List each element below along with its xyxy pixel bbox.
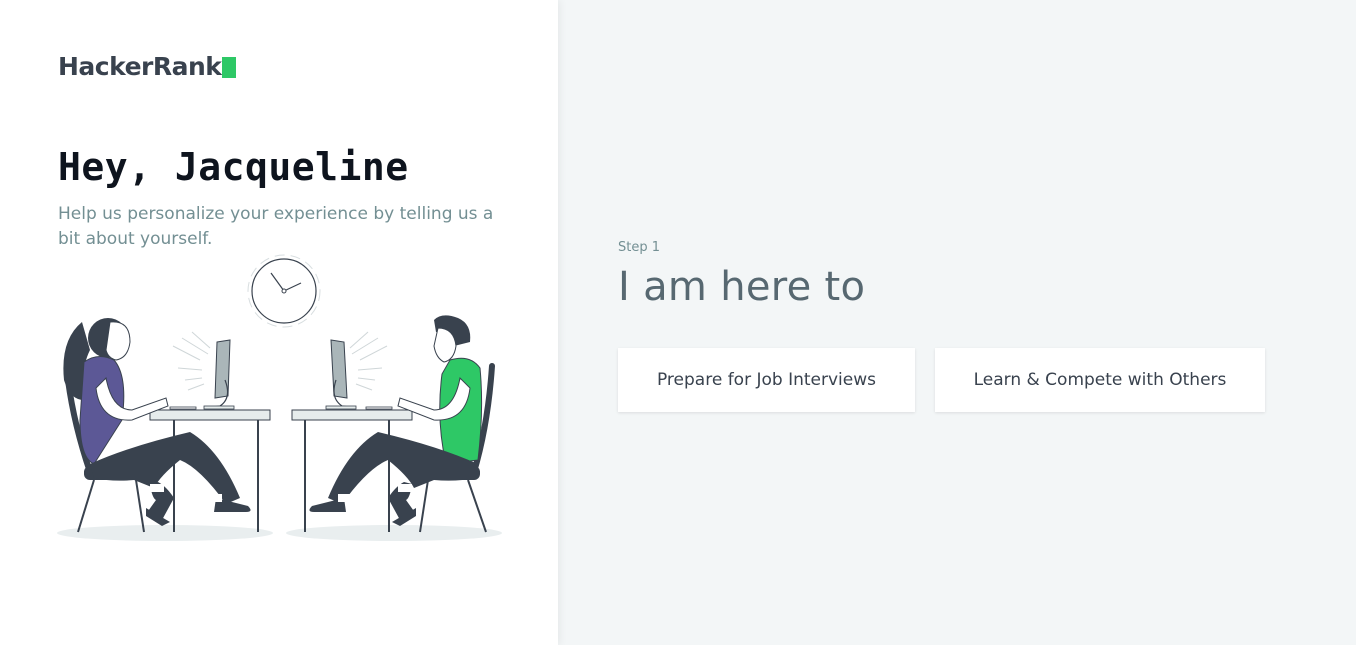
logo-cursor-block xyxy=(222,56,237,78)
step-label: Step 1 xyxy=(618,240,661,255)
illustration-svg xyxy=(57,254,502,541)
coding-illustration xyxy=(50,250,510,550)
intro-panel: HackerRank Hey, Jacqueline Help us perso… xyxy=(0,0,558,645)
clock-icon xyxy=(247,254,321,328)
right-monitor-icon xyxy=(325,339,393,410)
prepare-interviews-button[interactable]: Prepare for Job Interviews xyxy=(618,348,915,412)
step-question: I am here to xyxy=(618,264,866,310)
floor-shadow-left xyxy=(57,525,273,541)
logo-text: HackerRank xyxy=(58,51,222,81)
onboarding-panel: Step 1 I am here to Prepare for Job Inte… xyxy=(558,0,1356,645)
learn-compete-button[interactable]: Learn & Compete with Others xyxy=(935,348,1265,412)
hackerrank-logo[interactable]: HackerRank xyxy=(58,51,237,81)
floor-shadow-right xyxy=(286,525,502,541)
intro-subtitle: Help us personalize your experience by t… xyxy=(58,204,494,249)
greeting-heading: Hey, Jacqueline xyxy=(58,145,409,189)
